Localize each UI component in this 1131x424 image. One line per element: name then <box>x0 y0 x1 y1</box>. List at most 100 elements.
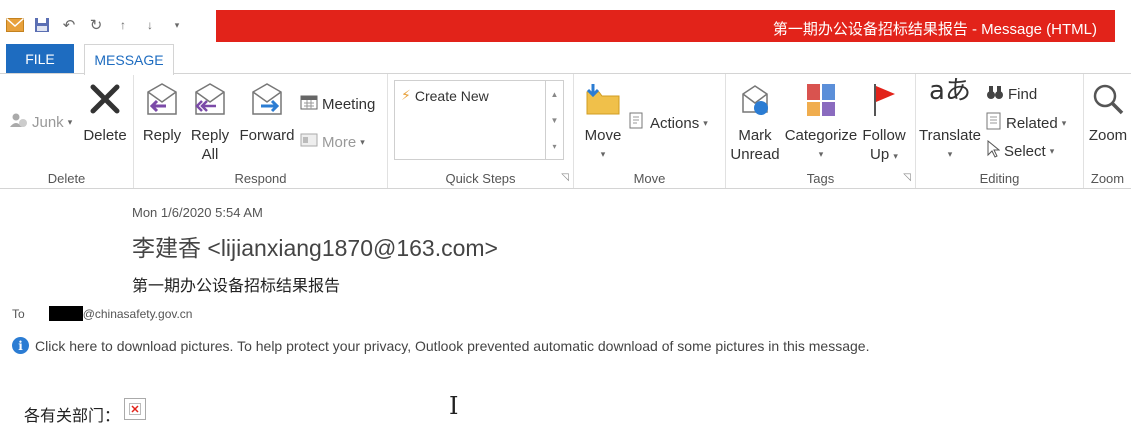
envelope-icon[interactable] <box>6 16 24 34</box>
customize-qat-icon[interactable]: ▾ <box>168 16 186 34</box>
forward-icon <box>236 82 298 120</box>
ribbon-tabs: FILE MESSAGE <box>0 44 1131 75</box>
binoculars-icon <box>986 84 1004 104</box>
forward-button[interactable]: Forward <box>236 82 298 145</box>
select-button[interactable]: Select ▾ <box>986 139 1055 162</box>
undo-icon[interactable]: ↶ <box>60 16 78 34</box>
translate-button[interactable]: aあ Translate ▾ <box>918 76 982 164</box>
move-button[interactable]: Move ▾ <box>580 82 626 164</box>
chevron-down-icon: ▾ <box>703 117 708 128</box>
broken-image-icon[interactable] <box>124 398 147 420</box>
quick-steps-group-label: Quick Steps <box>445 171 516 186</box>
delete-icon <box>80 82 130 120</box>
create-new-button[interactable]: ⚡ Create New <box>401 87 489 104</box>
move-group-label: Move <box>633 171 666 186</box>
chevron-down-icon: ▾ <box>1049 145 1055 156</box>
save-icon[interactable] <box>33 16 51 34</box>
more-label: More <box>322 133 357 151</box>
tab-message[interactable]: MESSAGE <box>84 44 174 75</box>
chevron-down-icon: ▾ <box>818 149 824 159</box>
reply-all-button[interactable]: Reply All <box>188 82 232 164</box>
calendar-icon <box>300 94 318 114</box>
tags-group: Mark Unread Categorize ▾ Follow Up ▾ Tag… <box>726 74 916 188</box>
respond-group: Reply Reply All Forward Meeting More ▾ R… <box>134 74 388 188</box>
related-icon <box>986 112 1002 134</box>
recipient-row: To @chinasafety.gov.cn <box>12 306 192 321</box>
to-label: To <box>12 306 25 321</box>
ribbon: Junk ▾ Delete Delete Reply Reply All For… <box>0 73 1131 189</box>
folder-move-icon <box>580 82 626 120</box>
reply-all-icon <box>188 82 232 120</box>
find-label: Find <box>1008 85 1038 103</box>
reply-all-label-1: Reply <box>190 127 230 144</box>
move-label: Move <box>584 127 622 144</box>
quick-steps-gallery[interactable]: ⚡ Create New ▲ ▼ ▾ <box>394 80 564 160</box>
redo-icon[interactable]: ↻ <box>87 16 105 34</box>
chevron-down-icon: ▾ <box>1061 117 1067 128</box>
categorize-icon <box>782 82 860 120</box>
categorize-button[interactable]: Categorize ▾ <box>782 82 860 164</box>
dialog-launcher-icon[interactable]: ◹ <box>561 172 569 183</box>
related-button[interactable]: Related ▾ <box>986 112 1066 134</box>
quick-access-toolbar: ↶ ↻ ↑ ↓ ▾ <box>6 12 186 38</box>
translate-label: Translate <box>919 127 981 144</box>
move-group: Move ▾ Actions ▾ Move <box>574 74 726 188</box>
infobar-text: Click here to download pictures. To help… <box>35 337 870 354</box>
chevron-down-icon: ▾ <box>600 149 606 159</box>
tab-file[interactable]: FILE <box>6 44 74 74</box>
more-button[interactable]: More ▾ <box>300 132 365 152</box>
text-cursor-icon: I <box>449 392 459 420</box>
expand-gallery-icon[interactable]: ▾ <box>552 142 556 151</box>
up-arrow-icon[interactable]: ↑ <box>114 16 132 34</box>
scroll-up-icon[interactable]: ▲ <box>551 90 559 99</box>
reply-all-label-2: All <box>201 146 219 163</box>
scroll-down-icon[interactable]: ▼ <box>551 116 559 125</box>
magnifier-icon <box>1086 82 1130 120</box>
flag-icon <box>860 82 908 120</box>
message-subject: 第一期办公设备招标结果报告 <box>132 278 341 295</box>
actions-button[interactable]: Actions ▾ <box>628 112 708 134</box>
zoom-label: Zoom <box>1088 127 1128 144</box>
message-sender[interactable]: 李建香 <lijianxiang1870@163.com> <box>132 229 498 263</box>
editing-group-label: Editing <box>979 171 1020 186</box>
related-label: Related <box>1006 114 1058 132</box>
categorize-label: Categorize <box>784 127 858 144</box>
actions-icon <box>628 112 646 134</box>
redacted-recipient <box>48 306 83 321</box>
download-pictures-infobar[interactable]: i Click here to download pictures. To he… <box>12 337 869 354</box>
mark-unread-icon <box>728 82 782 120</box>
tags-group-label: Tags <box>806 171 835 186</box>
zoom-group-label: Zoom <box>1090 171 1125 186</box>
follow-up-button[interactable]: Follow Up ▾ <box>860 82 908 166</box>
delete-label: Delete <box>83 127 127 144</box>
meeting-button[interactable]: Meeting <box>300 94 375 114</box>
zoom-button[interactable]: Zoom <box>1086 82 1130 145</box>
chevron-down-icon: ▾ <box>67 116 73 127</box>
find-button[interactable]: Find <box>986 84 1037 104</box>
cursor-icon <box>986 139 1001 162</box>
junk-button[interactable]: Junk ▾ <box>10 112 72 132</box>
actions-label: Actions <box>650 114 700 132</box>
message-body: 各有关部门： <box>24 398 147 424</box>
down-arrow-icon[interactable]: ↓ <box>141 16 159 34</box>
lightning-icon: ⚡ <box>401 87 411 103</box>
chevron-down-icon: ▾ <box>893 151 898 161</box>
quick-steps-scrollbar[interactable]: ▲ ▼ ▾ <box>545 81 563 159</box>
recipient-domain[interactable]: @chinasafety.gov.cn <box>83 307 193 321</box>
reply-button[interactable]: Reply <box>140 82 184 145</box>
mark-unread-button[interactable]: Mark Unread <box>728 82 782 164</box>
message-date: Mon 1/6/2020 5:54 AM <box>132 205 263 220</box>
title-banner: 第一期办公设备招标结果报告 - Message (HTML) <box>216 10 1115 42</box>
delete-group-label: Delete <box>47 171 86 186</box>
body-greeting: 各有关部门： <box>24 406 121 424</box>
respond-group-label: Respond <box>234 171 287 186</box>
dialog-launcher-icon[interactable]: ◹ <box>903 172 911 183</box>
translate-icon: aあ <box>929 76 971 106</box>
more-icon <box>300 132 318 152</box>
editing-group: aあ Translate ▾ Find Related ▾ Select ▾ E… <box>916 74 1084 188</box>
select-label: Select <box>1004 142 1046 160</box>
delete-button[interactable]: Delete <box>80 82 130 145</box>
meeting-label: Meeting <box>322 95 376 113</box>
junk-icon <box>10 112 28 132</box>
chevron-down-icon: ▾ <box>360 136 365 147</box>
